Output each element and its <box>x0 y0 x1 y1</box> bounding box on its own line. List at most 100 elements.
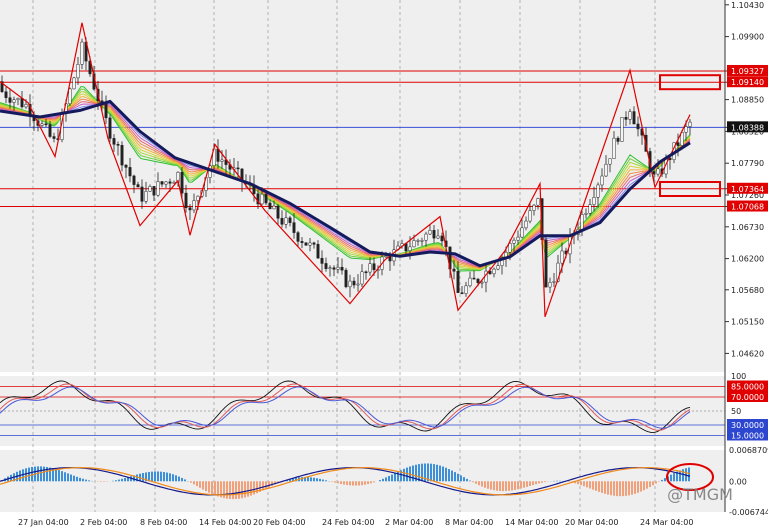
candle-body <box>412 240 416 248</box>
macd-bar <box>76 476 78 482</box>
macd-bar <box>250 481 252 496</box>
price-label-text: 1.08388 <box>731 123 764 132</box>
macd-bar <box>580 481 582 486</box>
candle-body <box>480 281 484 284</box>
macd-bar <box>55 469 57 482</box>
time-tick-label: 24 Mar 04:00 <box>640 518 693 527</box>
candle-body <box>292 222 296 233</box>
macd-bar <box>622 481 624 497</box>
macd-bar <box>166 472 168 482</box>
candle-body <box>264 193 268 204</box>
macd-bar <box>358 481 360 486</box>
candle-body <box>536 198 540 206</box>
macd-bar <box>121 478 123 482</box>
macd-bar <box>247 481 249 497</box>
candle-body <box>124 164 128 168</box>
macd-bar <box>586 481 588 488</box>
trading-chart: 100 85.000070.0000 50 30.0000 15.0000 0.0068… <box>0 0 768 531</box>
macd-bar <box>583 481 585 487</box>
candle-body <box>188 207 192 211</box>
macd-bar <box>208 481 210 493</box>
candle-body <box>432 230 436 239</box>
macd-bar <box>178 476 180 482</box>
candle-body <box>180 171 184 194</box>
price-tick-label: 1.05680 <box>731 286 764 295</box>
macd-bar <box>268 481 270 488</box>
time-tick-label: 8 Mar 04:00 <box>445 518 493 527</box>
candle-body <box>312 242 316 245</box>
candle-body <box>120 145 124 166</box>
macd-bar <box>361 481 363 486</box>
candle-body <box>116 144 120 146</box>
macd-bar <box>598 481 600 492</box>
macd-bar <box>475 481 477 484</box>
macd-bar <box>154 471 156 482</box>
macd-bar <box>172 474 174 482</box>
macd-bar <box>169 473 171 482</box>
macd-bar <box>457 473 459 482</box>
candle-body <box>368 263 372 273</box>
candle-body <box>608 158 612 165</box>
candle-body <box>372 263 376 270</box>
macd-bar <box>85 479 87 482</box>
candle-body <box>688 121 692 127</box>
candle-body <box>628 111 632 120</box>
candle-body <box>544 239 548 288</box>
macd-bar <box>346 481 348 486</box>
macd-bar <box>445 467 447 482</box>
candle-body <box>684 126 688 133</box>
macd-bar <box>529 481 531 486</box>
macd-bar <box>643 481 645 491</box>
candle-body <box>40 123 44 126</box>
time-tick-label: 2 Feb 04:00 <box>80 518 127 527</box>
macd-bar <box>88 480 90 482</box>
macd-bar <box>340 481 342 484</box>
macd-bar <box>460 475 462 482</box>
price-label-text: 1.09327 <box>731 67 764 76</box>
candle-body <box>452 268 456 272</box>
macd-bar <box>334 481 336 483</box>
macd-bar <box>505 481 507 492</box>
macd-bar <box>508 481 510 491</box>
macd-bar <box>190 481 192 483</box>
time-tick-label: 20 Mar 04:00 <box>565 518 618 527</box>
candle-body <box>272 205 276 210</box>
candle-body <box>4 91 8 98</box>
macd-bar <box>151 471 153 482</box>
candle-body <box>492 268 496 275</box>
price-tick-label: 1.05150 <box>731 318 764 327</box>
macd-bar <box>682 469 684 482</box>
macd-bar <box>466 478 468 482</box>
candle-body <box>216 148 220 162</box>
macd-bar <box>499 481 501 492</box>
macd-bar <box>673 473 675 482</box>
macd-bar <box>610 481 612 496</box>
candle-body <box>104 102 108 119</box>
candle-body <box>516 236 520 241</box>
candle-body <box>656 168 660 175</box>
candle-body <box>72 77 76 90</box>
macd-bar <box>322 479 324 482</box>
macd-bar <box>490 481 492 490</box>
candle-body <box>476 278 480 283</box>
macd-bar <box>601 481 603 493</box>
candle-body <box>76 64 80 79</box>
candle-body <box>44 123 48 126</box>
candle-body <box>156 181 160 196</box>
macd-bar <box>442 466 444 482</box>
macd-bar <box>193 481 195 485</box>
macd-bar <box>496 481 498 491</box>
macd-bar <box>433 464 435 482</box>
time-tick-label: 14 Feb 04:00 <box>199 518 251 527</box>
macd-bar <box>337 481 339 484</box>
macd-bar <box>214 481 216 496</box>
macd-bar <box>535 481 537 485</box>
watermark: @TMGM <box>667 485 733 504</box>
macd-bar <box>73 475 75 482</box>
price-label-text: 1.07364 <box>731 185 764 194</box>
macd-bar <box>232 481 234 500</box>
macd-bar <box>226 481 228 499</box>
oscillator-label-text: 30.0000 <box>731 421 764 430</box>
candle-body <box>8 97 12 103</box>
macd-pane <box>0 450 725 512</box>
